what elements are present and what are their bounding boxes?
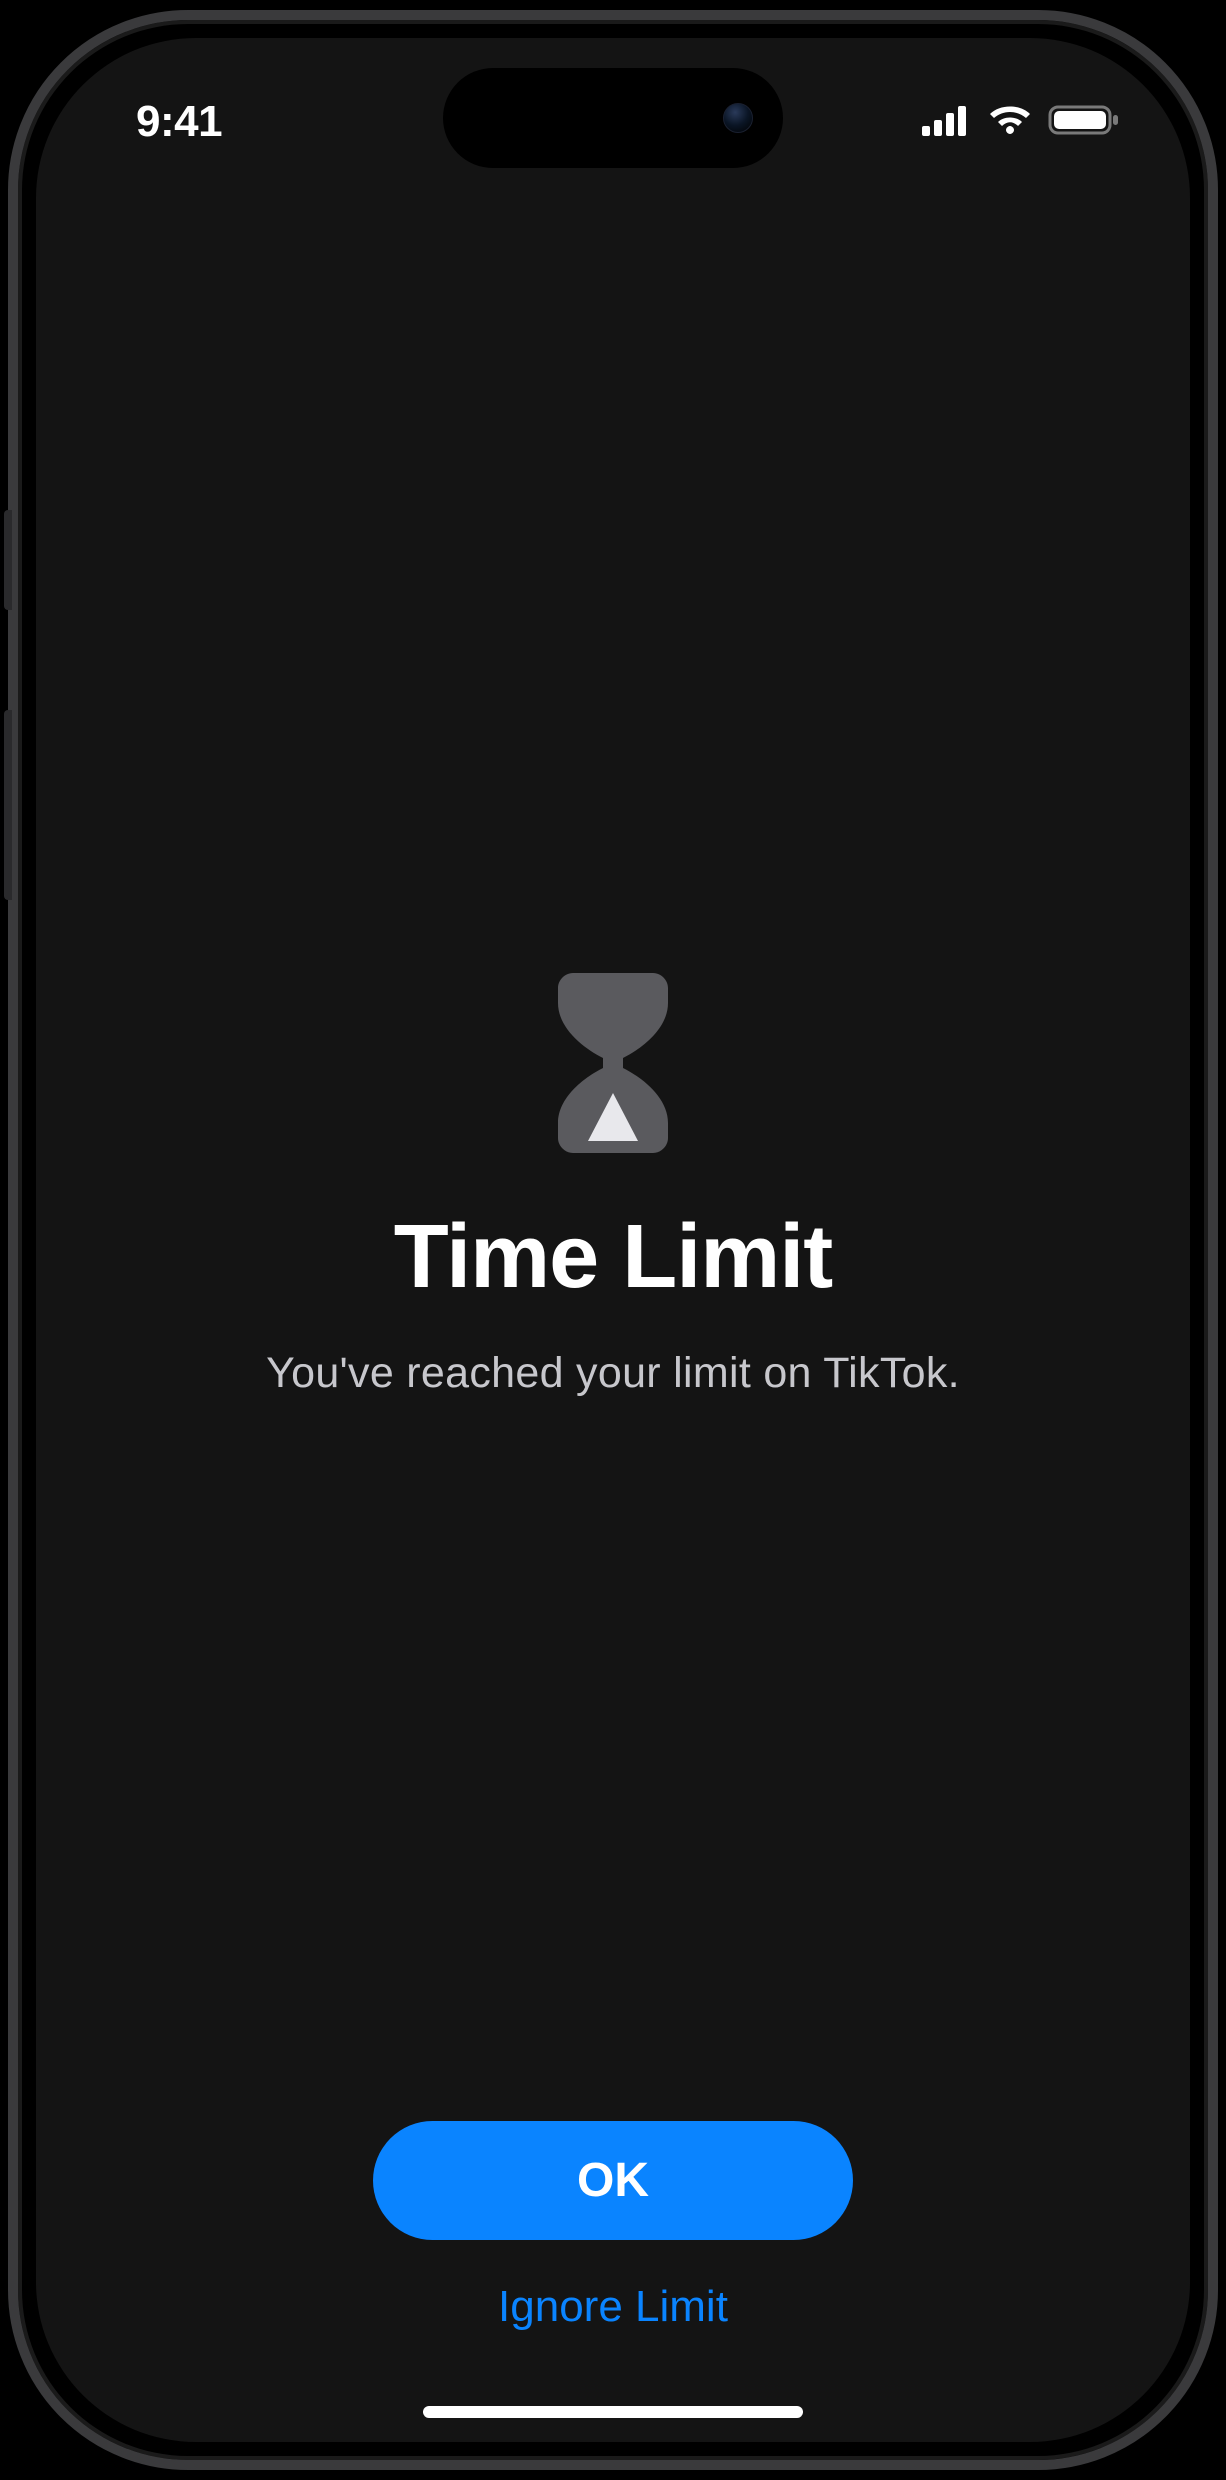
page-title: Time Limit bbox=[394, 1206, 832, 1309]
dynamic-island bbox=[443, 68, 783, 168]
status-icons-group bbox=[922, 102, 1120, 143]
status-time: 9:41 bbox=[136, 97, 222, 147]
home-indicator[interactable] bbox=[423, 2406, 803, 2418]
phone-frame: 9:41 bbox=[8, 10, 1218, 2470]
front-camera bbox=[723, 103, 753, 133]
phone-screen: 9:41 bbox=[36, 38, 1190, 2442]
page-subtitle: You've reached your limit on TikTok. bbox=[266, 1349, 960, 1398]
ok-button[interactable]: OK bbox=[373, 2121, 853, 2240]
wifi-icon bbox=[986, 102, 1034, 143]
ignore-limit-button[interactable]: Ignore Limit bbox=[498, 2282, 728, 2332]
hourglass-icon bbox=[558, 973, 668, 1158]
battery-icon bbox=[1048, 103, 1120, 142]
content-area: Time Limit You've reached your limit on … bbox=[36, 48, 1190, 2322]
button-area: OK Ignore Limit bbox=[36, 2121, 1190, 2442]
cellular-signal-icon bbox=[922, 104, 972, 141]
